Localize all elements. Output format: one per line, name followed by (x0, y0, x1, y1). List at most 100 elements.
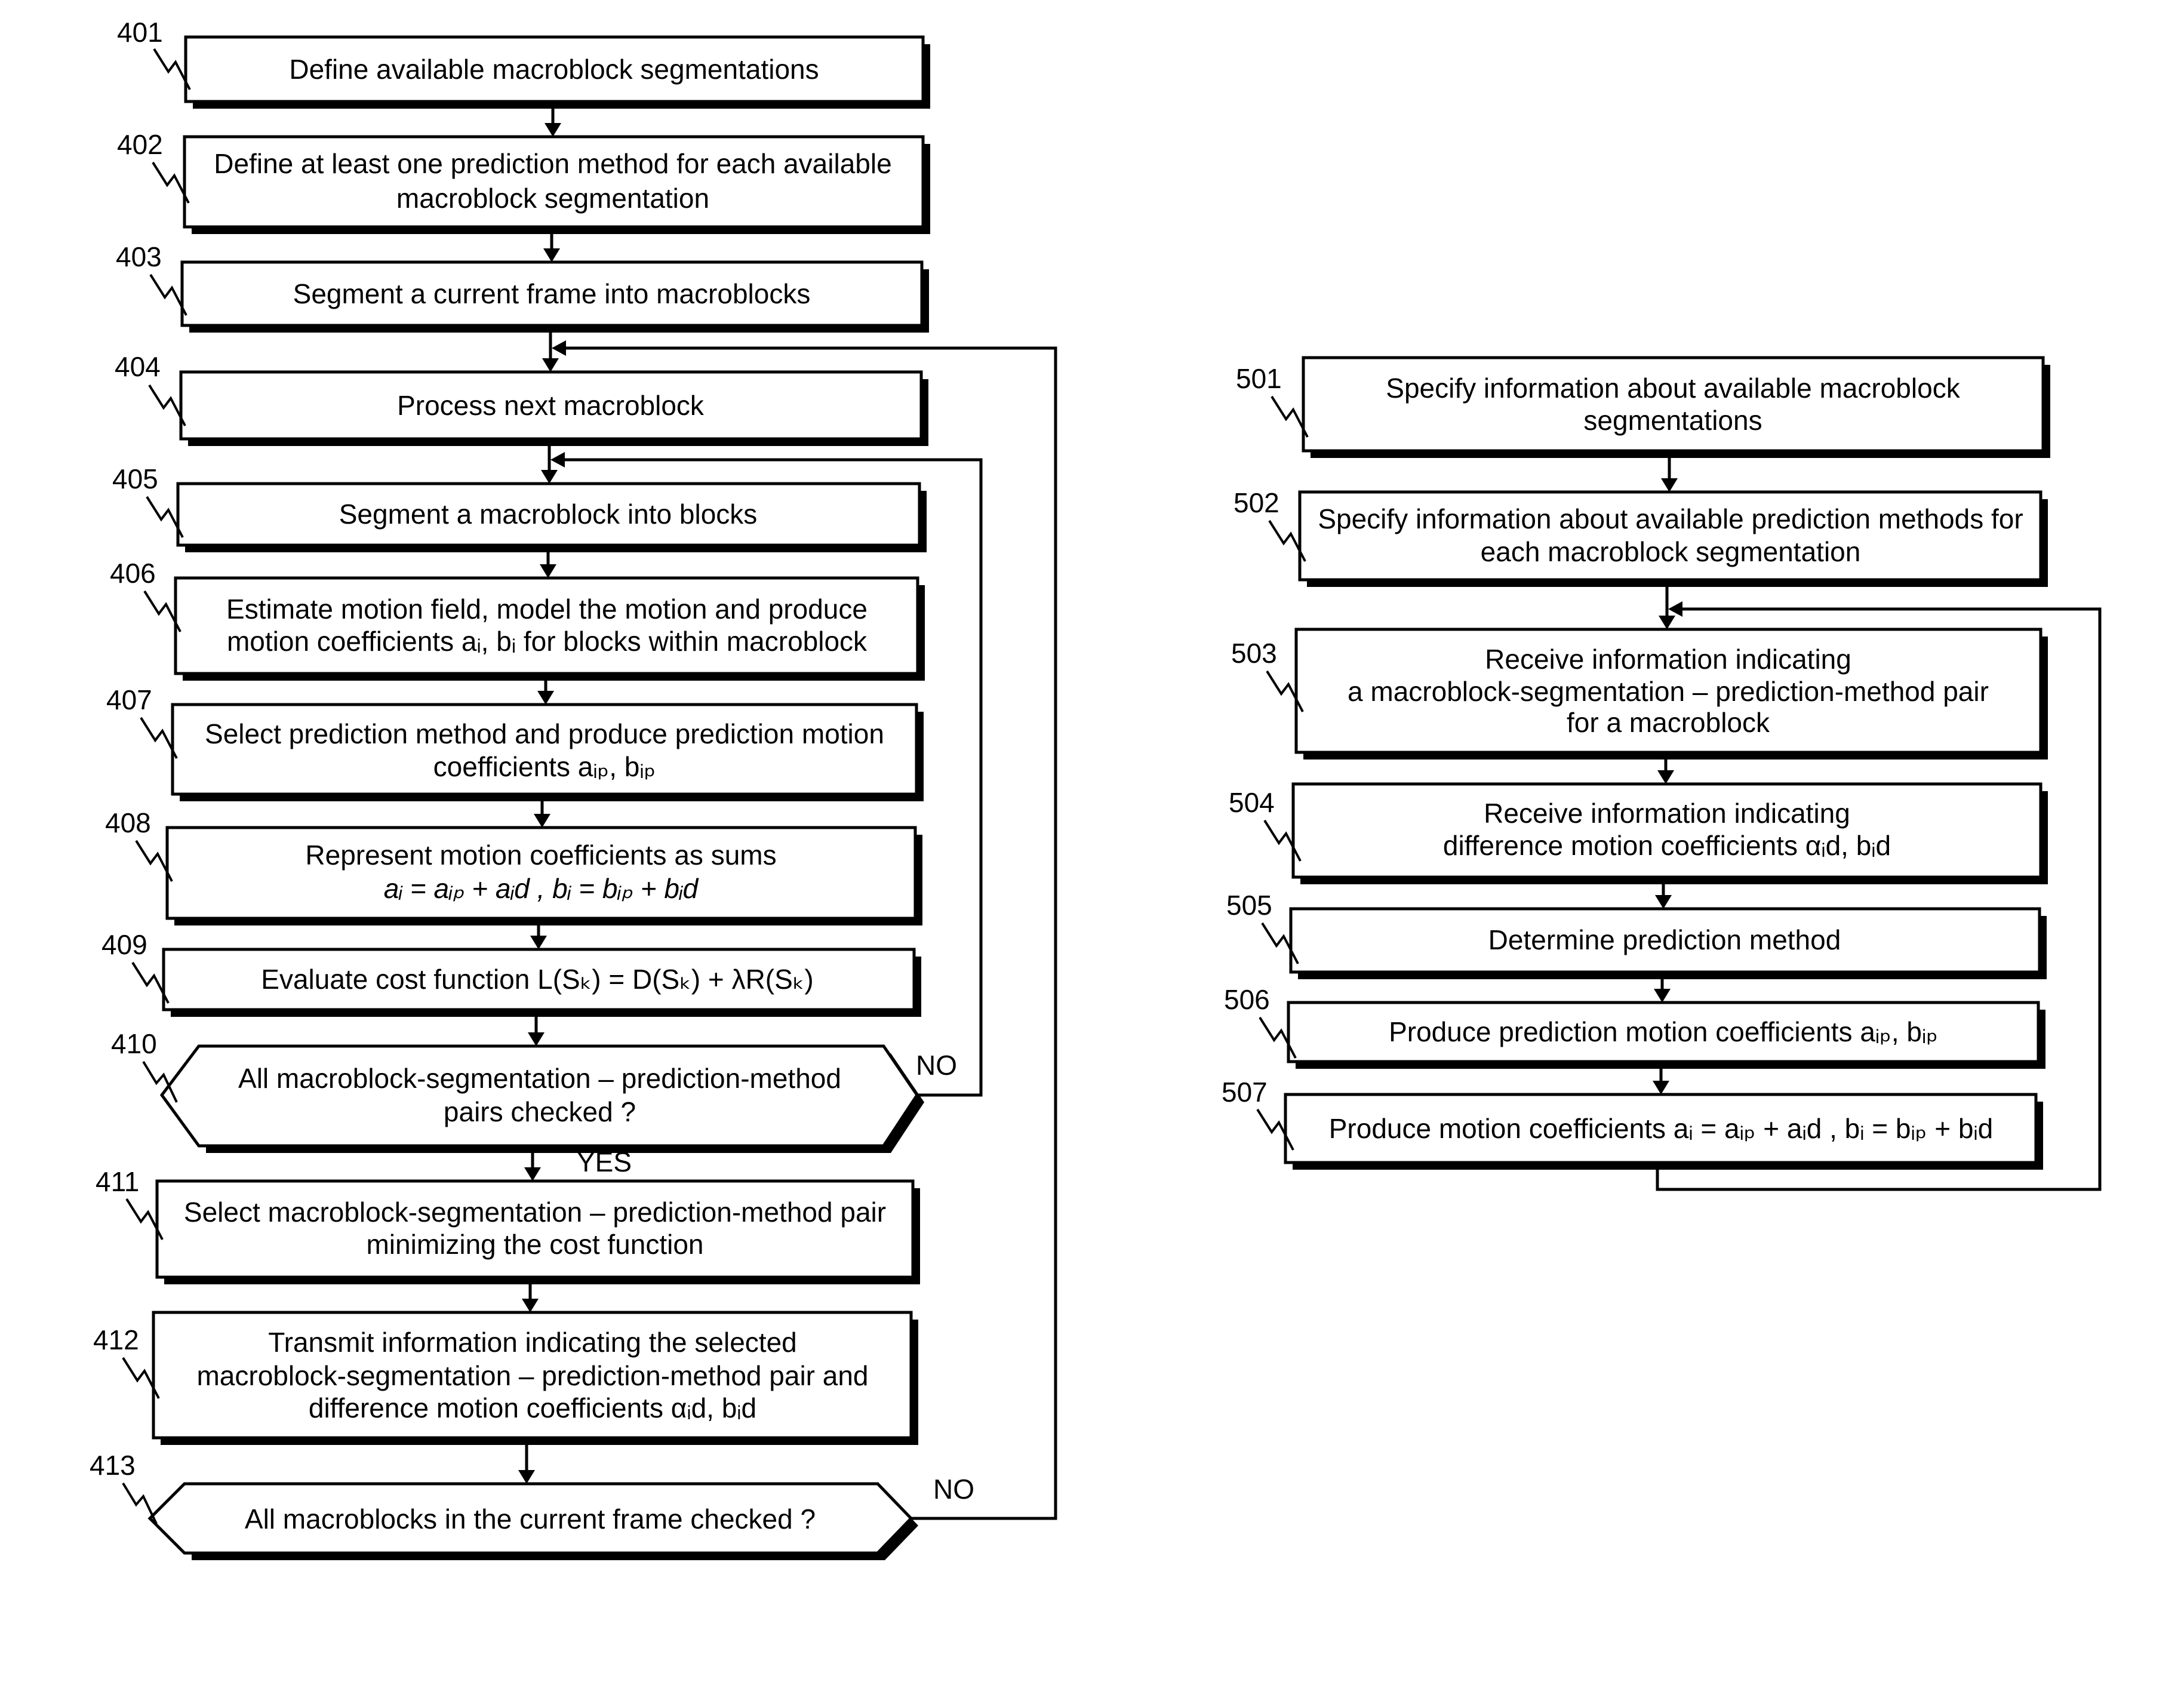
step-503: Receive information indicating a macrobl… (1231, 628, 2048, 759)
arrowhead-504-505-icon (1655, 895, 1672, 909)
step-501-box (1302, 356, 2045, 453)
step-502-text-line2: each macroblock segmentation (1481, 536, 1861, 567)
step-403: Segment a current frame into macroblocks… (116, 241, 929, 333)
step-502: Specify information about available pred… (1234, 487, 2048, 587)
step-404-ref: 404 (115, 351, 161, 382)
step-504-ref: 504 (1229, 787, 1275, 818)
step-409-text: Evaluate cost function L(Sₖ) = D(Sₖ) + λ… (261, 964, 813, 995)
flowchart-figure: Define available macroblock segmentation… (90, 17, 2102, 1560)
arrowhead-501-502-icon (1661, 478, 1678, 492)
step-407-ref: 407 (106, 684, 152, 715)
decision-410-ref: 410 (111, 1028, 157, 1059)
step-501-text-line1: Specify information about available macr… (1386, 373, 1960, 404)
step-505-text: Determine prediction method (1488, 924, 1841, 955)
step-401-text: Define available macroblock segmentation… (289, 54, 819, 85)
step-408-text-line1: Represent motion coefficients as sums (305, 840, 776, 871)
step-407-text-line1: Select prediction method and produce pre… (205, 718, 884, 749)
step-502-text-line1: Specify information about available pred… (1318, 503, 2023, 534)
arrowhead-506-507-icon (1653, 1081, 1669, 1094)
step-412-text-line2: macroblock-segmentation – prediction-met… (196, 1360, 868, 1391)
step-403-ref: 403 (116, 241, 162, 272)
step-412-ref: 412 (93, 1324, 139, 1355)
decision-413-text: All macroblocks in the current frame che… (245, 1503, 816, 1535)
step-504: Receive information indicating differenc… (1229, 782, 2048, 884)
step-411-text-line2: minimizing the cost function (366, 1229, 703, 1260)
step-411: Select macroblock-segmentation – predict… (96, 1166, 920, 1284)
step-501: Specify information about available macr… (1236, 356, 2050, 458)
arrowhead-503-504-icon (1657, 770, 1674, 784)
step-505-ref: 505 (1226, 890, 1272, 921)
step-412-text-line3: difference motion coefficients αᵢd, bᵢd (309, 1392, 756, 1423)
arrowhead-502-503-icon (1659, 616, 1675, 629)
arrowhead-405-406-icon (540, 564, 556, 578)
decision-410-text-line1: All macroblock-segmentation – prediction… (238, 1063, 841, 1094)
arrowhead-403-404-icon (542, 358, 559, 372)
step-506-ref: 506 (1224, 984, 1270, 1015)
step-405: Segment a macroblock into blocks 405 (112, 463, 927, 552)
step-406-text-line2: motion coefficients aᵢ, bᵢ for blocks wi… (227, 626, 868, 657)
step-406: Estimate motion field, model the motion … (110, 558, 925, 681)
arrowhead-407-408-icon (534, 814, 550, 828)
step-402-text-line2: macroblock segmentation (396, 183, 709, 214)
step-408-formula: aᵢ = aᵢₚ + aᵢd , bᵢ = bᵢₚ + bᵢd (384, 873, 699, 904)
step-402-ref: 402 (117, 129, 163, 160)
step-507-text: Produce motion coefficients aᵢ = aᵢₚ + a… (1329, 1113, 1994, 1144)
step-506-text: Produce prediction motion coefficients a… (1389, 1016, 1938, 1047)
step-502-ref: 502 (1234, 487, 1279, 518)
decision-410-text-line2: pairs checked ? (444, 1096, 636, 1127)
decision-413: All macroblocks in the current frame che… (90, 1450, 974, 1560)
step-407-text-line2: coefficients aᵢₚ, bᵢₚ (433, 751, 656, 782)
step-405-ref: 405 (112, 463, 158, 494)
arrowhead-401-402-icon (545, 123, 561, 137)
step-403-text: Segment a current frame into macroblocks (293, 278, 811, 309)
step-411-text-line1: Select macroblock-segmentation – predict… (184, 1197, 886, 1228)
step-411-ref: 411 (96, 1166, 139, 1197)
step-407: Select prediction method and produce pre… (106, 684, 924, 801)
step-507-ref: 507 (1222, 1077, 1268, 1108)
decision-410-no-label: NO (916, 1050, 957, 1081)
arrowhead-402-403-icon (543, 248, 560, 262)
step-409: Evaluate cost function L(Sₖ) = D(Sₖ) + λ… (101, 929, 921, 1017)
arrowhead-loop-413-icon (552, 340, 566, 356)
step-401: Define available macroblock segmentation… (117, 17, 930, 109)
step-408-ref: 408 (105, 807, 151, 838)
step-409-ref: 409 (101, 929, 147, 960)
arrowhead-406-407-icon (537, 691, 554, 705)
step-404: Process next macroblock 404 (115, 351, 928, 446)
arrowhead-412-413-icon (518, 1470, 535, 1484)
arrowhead-409-410-icon (528, 1032, 545, 1046)
step-408: Represent motion coefficients as sums aᵢ… (105, 807, 922, 925)
step-503-ref: 503 (1231, 638, 1277, 669)
step-507: Produce motion coefficients aᵢ = aᵢₚ + a… (1222, 1077, 2043, 1170)
step-406-text-line1: Estimate motion field, model the motion … (226, 594, 868, 625)
step-404-text: Process next macroblock (397, 390, 705, 421)
arrowhead-loop-507-icon (1668, 601, 1682, 617)
step-405-text: Segment a macroblock into blocks (339, 499, 758, 530)
step-402: Define at least one prediction method fo… (117, 129, 930, 234)
step-402-text-line1: Define at least one prediction method fo… (214, 148, 891, 179)
step-501-ref: 501 (1236, 363, 1282, 394)
arrowhead-408-409-icon (530, 936, 547, 949)
arrowhead-410-411-icon (524, 1167, 541, 1181)
step-503-text-line2: a macroblock-segmentation – prediction-m… (1348, 676, 1989, 707)
decision-413-no-label: NO (933, 1474, 974, 1505)
step-501-text-line2: segmentations (1583, 405, 1762, 436)
decision-413-ref: 413 (90, 1450, 136, 1481)
right-flowchart: Specify information about available macr… (1222, 356, 2102, 1191)
arrowhead-loop-410-icon (550, 452, 565, 468)
step-504-text-line1: Receive information indicating (1484, 798, 1850, 829)
arrowhead-404-405-icon (541, 470, 558, 484)
step-503-text-line3: for a macroblock (1567, 707, 1770, 738)
left-flowchart: Define available macroblock segmentation… (90, 17, 1057, 1560)
arrowhead-411-412-icon (522, 1299, 539, 1312)
step-505: Determine prediction method 505 (1226, 890, 2047, 979)
step-406-ref: 406 (110, 558, 156, 589)
decision-410-yes-label: YES (577, 1146, 632, 1177)
step-401-ref: 401 (117, 17, 163, 48)
step-504-text-line2: difference motion coefficients αᵢd, bᵢd (1443, 830, 1891, 861)
step-503-text-line1: Receive information indicating (1485, 644, 1851, 675)
step-412: Transmit information indicating the sele… (93, 1311, 918, 1445)
arrowhead-505-506-icon (1654, 989, 1671, 1003)
step-506: Produce prediction motion coefficients a… (1224, 984, 2045, 1069)
step-412-text-line1: Transmit information indicating the sele… (268, 1327, 797, 1358)
